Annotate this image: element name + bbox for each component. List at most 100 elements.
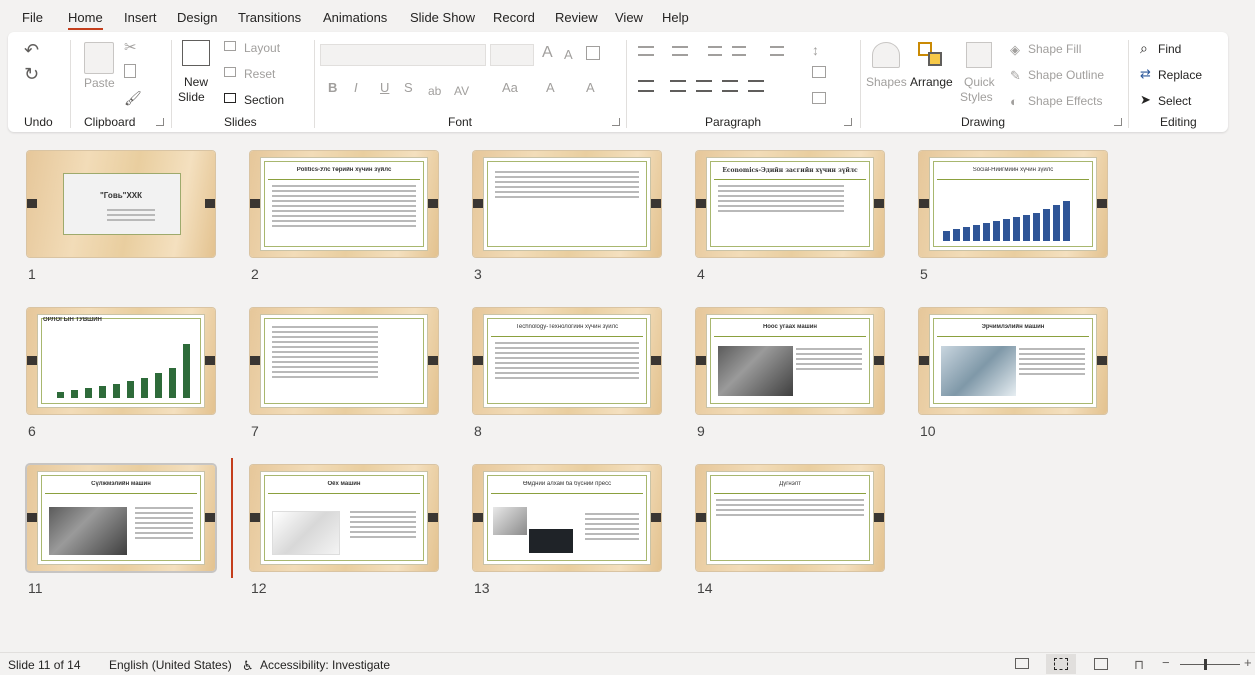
- menu-insert[interactable]: Insert: [124, 10, 157, 25]
- new-slide-label[interactable]: New: [184, 75, 208, 89]
- accessibility-status[interactable]: Accessibility: Investigate: [260, 658, 390, 672]
- slide-number-12: 12: [251, 580, 267, 596]
- shape-effects-button[interactable]: Shape Effects: [1028, 94, 1103, 108]
- menu-slide-show[interactable]: Slide Show: [410, 10, 475, 25]
- menu-animations[interactable]: Animations: [323, 10, 387, 25]
- menu-record[interactable]: Record: [493, 10, 535, 25]
- increase-indent-icon[interactable]: [732, 46, 746, 56]
- char-spacing-icon[interactable]: AV: [454, 84, 469, 98]
- zoom-in-icon[interactable]: +: [1244, 655, 1252, 670]
- menu-design[interactable]: Design: [177, 10, 217, 25]
- new-slide-label-2[interactable]: Slide: [178, 90, 205, 104]
- slide-thumbnail-7[interactable]: [250, 308, 438, 414]
- text-direction-icon[interactable]: ↕: [812, 42, 819, 58]
- font-name-input[interactable]: [320, 44, 486, 66]
- new-slide-icon[interactable]: [182, 40, 210, 66]
- slide-thumbnail-9[interactable]: Ноос угаах машин: [696, 308, 884, 414]
- find-button[interactable]: Find: [1158, 42, 1181, 56]
- columns-icon[interactable]: [748, 80, 764, 92]
- slide-thumbnail-1[interactable]: "Говь"ХХК: [27, 151, 215, 257]
- font-color-button[interactable]: A: [586, 80, 595, 95]
- decrease-indent-icon[interactable]: [708, 46, 722, 56]
- slide-thumbnail-2[interactable]: Politics-Улс төрийн хүчин зүйлс: [250, 151, 438, 257]
- justify-icon[interactable]: [722, 80, 738, 92]
- smartart-icon[interactable]: [812, 92, 826, 104]
- numbering-icon[interactable]: [672, 46, 688, 56]
- menu-review[interactable]: Review: [555, 10, 598, 25]
- underline-button[interactable]: U: [380, 80, 389, 95]
- shadow-button[interactable]: S: [404, 80, 413, 95]
- menu-file[interactable]: File: [22, 10, 43, 25]
- slide-title-10: Эрчимлэлийн машин: [981, 324, 1045, 330]
- cut-icon[interactable]: ✂: [124, 38, 137, 56]
- align-left-icon[interactable]: [638, 80, 654, 92]
- menu-home[interactable]: Home: [68, 10, 103, 30]
- slide-thumbnail-12[interactable]: Оёх машин: [250, 465, 438, 571]
- slide-thumbnail-10[interactable]: Эрчимлэлийн машин: [919, 308, 1107, 414]
- shapes-button[interactable]: Shapes: [866, 75, 907, 89]
- strikethrough-icon[interactable]: ab: [428, 84, 441, 98]
- slide-thumbnail-6[interactable]: ОРЛОГЫН ТУВШИН: [27, 308, 215, 414]
- slide-thumbnail-3[interactable]: [473, 151, 661, 257]
- zoom-slider-thumb[interactable]: [1204, 659, 1207, 670]
- reset-icon: [224, 67, 236, 77]
- menu-help[interactable]: Help: [662, 10, 689, 25]
- redo-icon[interactable]: ↻: [24, 64, 39, 85]
- font-size-input[interactable]: [490, 44, 534, 66]
- slide-number-7: 7: [251, 423, 259, 439]
- slide-number-10: 10: [920, 423, 936, 439]
- align-right-icon[interactable]: [696, 80, 712, 92]
- slide-thumbnail-8[interactable]: Technology-Технологийн хүчин зүйлс: [473, 308, 661, 414]
- quick-styles-icon[interactable]: [966, 42, 992, 68]
- slide-thumbnail-11[interactable]: Сүлжмэлийн машин: [27, 465, 215, 571]
- quick-styles-label[interactable]: Quick: [964, 75, 995, 89]
- layout-button[interactable]: Layout: [244, 41, 280, 55]
- slide-number-8: 8: [474, 423, 482, 439]
- paste-button[interactable]: Paste: [84, 76, 115, 90]
- slideshow-view-icon[interactable]: ⊓: [1134, 657, 1144, 673]
- section-button[interactable]: Section: [244, 93, 284, 107]
- shapes-icon[interactable]: [872, 42, 900, 68]
- slide-thumbnail-4[interactable]: Economics-Эдийн засгийн хүчин зүйлс: [696, 151, 884, 257]
- menu-view[interactable]: View: [615, 10, 643, 25]
- undo-icon[interactable]: ↶: [24, 40, 39, 61]
- shape-outline-button[interactable]: Shape Outline: [1028, 68, 1104, 82]
- reset-button[interactable]: Reset: [244, 67, 275, 81]
- select-button[interactable]: Select: [1158, 94, 1191, 108]
- language-indicator[interactable]: English (United States): [109, 658, 232, 672]
- insertion-marker: [231, 458, 233, 578]
- slide-number-11: 11: [28, 580, 43, 596]
- italic-button[interactable]: I: [354, 80, 358, 95]
- paste-icon[interactable]: [84, 42, 114, 74]
- zoom-slider[interactable]: [1180, 664, 1240, 665]
- shrink-font-button[interactable]: A: [564, 47, 573, 62]
- slide-thumbnail-5[interactable]: Social-Нийгмийн хүчин зүйлс: [919, 151, 1107, 257]
- shape-fill-button[interactable]: Shape Fill: [1028, 42, 1081, 56]
- bullets-icon[interactable]: [638, 46, 654, 56]
- grow-font-button[interactable]: A: [542, 44, 553, 62]
- copy-icon[interactable]: [124, 64, 136, 78]
- menu-transitions[interactable]: Transitions: [238, 10, 301, 25]
- slide-title-5: Social-Нийгмийн хүчин зүйлс: [972, 167, 1054, 173]
- arrange-button[interactable]: Arrange: [910, 75, 953, 89]
- slide-title-12: Оёх машин: [327, 481, 361, 487]
- slide-thumbnail-14[interactable]: Дүгнэлт: [696, 465, 884, 571]
- slide-number-4: 4: [697, 266, 705, 282]
- slide-sorter-icon: [1054, 658, 1068, 670]
- slide-title-8: Technology-Технологийн хүчин зүйлс: [515, 324, 619, 330]
- line-spacing-icon[interactable]: [770, 46, 784, 56]
- align-center-icon[interactable]: [670, 80, 686, 92]
- replace-button[interactable]: Replace: [1158, 68, 1202, 82]
- highlight-button[interactable]: A: [546, 80, 555, 95]
- slide-thumbnail-13[interactable]: Өмдний алхам ба бүсний пресс: [473, 465, 661, 571]
- change-case-button[interactable]: Aa: [502, 80, 518, 95]
- align-text-icon[interactable]: [812, 66, 826, 78]
- clear-format-icon[interactable]: [586, 46, 600, 60]
- normal-view-icon[interactable]: [1015, 658, 1029, 669]
- reading-view-icon[interactable]: [1094, 658, 1108, 670]
- bold-button[interactable]: B: [328, 80, 337, 95]
- quick-styles-label-2[interactable]: Styles: [960, 90, 993, 104]
- slide-title-9: Ноос угаах машин: [762, 324, 818, 330]
- zoom-out-icon[interactable]: −: [1162, 655, 1170, 670]
- format-painter-icon[interactable]: 🖌: [124, 90, 142, 107]
